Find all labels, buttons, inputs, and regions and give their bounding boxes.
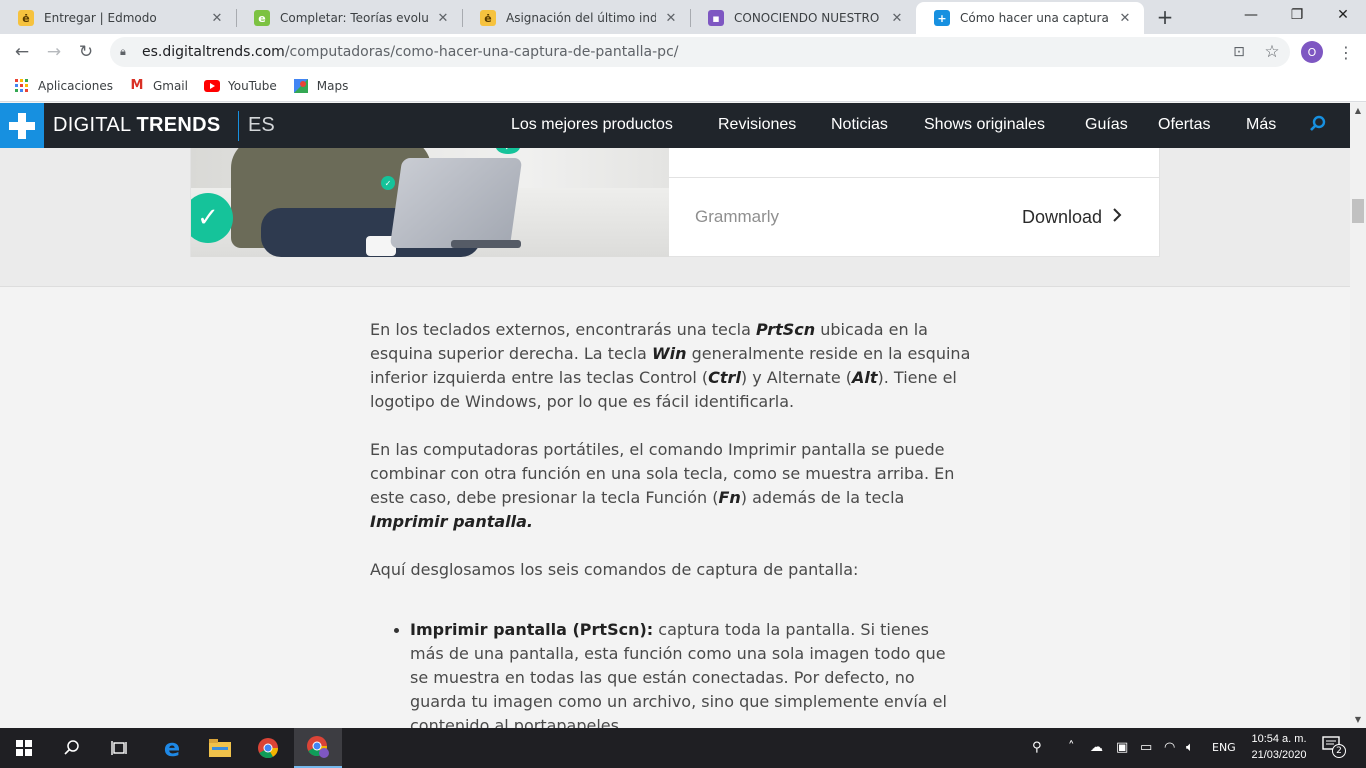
lock-icon: 🔒︎: [120, 45, 126, 58]
battery-icon[interactable]: ▭: [1140, 740, 1152, 755]
minimize-button[interactable]: —: [1228, 0, 1274, 30]
edge-icon[interactable]: e: [148, 728, 196, 768]
close-tab-icon[interactable]: ✕: [434, 11, 452, 26]
youtube-icon: [203, 78, 220, 94]
bookmark-maps[interactable]: Maps: [293, 78, 348, 94]
tab-edmodo-1[interactable]: ė Entregar | Edmodo ✕: [0, 2, 236, 34]
start-icon[interactable]: [0, 728, 48, 768]
digitaltrends-logo-icon[interactable]: [0, 103, 44, 148]
task-view-icon[interactable]: [96, 728, 144, 768]
tab-edmodo-3[interactable]: ė Asignación del último indicado ✕: [462, 2, 690, 34]
forward-button[interactable]: →: [42, 40, 66, 64]
checkmark-icon: ✓: [496, 148, 520, 154]
tab-digitaltrends-active[interactable]: + Cómo hacer una captura de pa ✕: [916, 2, 1144, 34]
ad-download-button[interactable]: Download: [1022, 207, 1122, 228]
tab-strip: ė Entregar | Edmodo ✕ e Completar: Teorí…: [0, 0, 1366, 34]
close-tab-icon[interactable]: ✕: [888, 11, 906, 26]
bookmark-star-icon[interactable]: ☆: [1263, 42, 1281, 62]
back-button[interactable]: ←: [10, 40, 34, 64]
paragraph-keyboards: En los teclados externos, encontrarás un…: [370, 320, 971, 411]
people-icon[interactable]: ⚲: [1032, 740, 1042, 755]
profile-avatar[interactable]: O: [1301, 41, 1323, 63]
site-brand[interactable]: DIGITAL TRENDS: [53, 114, 221, 137]
wifi-icon[interactable]: ◠: [1164, 740, 1175, 755]
reload-button[interactable]: ↻: [74, 40, 98, 64]
list-item: Imprimir pantalla (PrtScn): captura toda…: [394, 618, 960, 738]
notifications-icon[interactable]: 2: [1322, 736, 1346, 758]
maps-icon: [293, 78, 309, 94]
chrome-icon[interactable]: [244, 728, 292, 768]
notifications-count: 2: [1332, 744, 1346, 758]
bookmark-youtube[interactable]: YouTube: [203, 78, 277, 94]
nav-noticias[interactable]: Noticias: [831, 116, 888, 134]
classroom-icon: ▪: [708, 10, 724, 26]
language-indicator[interactable]: ENG: [1212, 741, 1236, 754]
chevron-right-icon: [1112, 207, 1122, 228]
tab-edmodo-2[interactable]: e Completar: Teorías evolutivas ( ✕: [236, 2, 462, 34]
bookmark-gmail[interactable]: M Gmail: [129, 78, 188, 94]
close-tab-icon[interactable]: ✕: [208, 11, 226, 26]
file-explorer-icon[interactable]: [196, 728, 244, 768]
chrome-profile-icon[interactable]: [294, 728, 342, 768]
onedrive-icon[interactable]: ☁: [1090, 740, 1103, 755]
ad-top-panel: [669, 148, 1159, 178]
page-scrollbar[interactable]: ▲ ▼: [1350, 103, 1366, 728]
edmodo-green-icon: e: [254, 10, 270, 26]
tab-classroom[interactable]: ▪ CONOCIENDO NUESTRO LIBR ✕: [690, 2, 916, 34]
edmodo-icon: ė: [480, 10, 496, 26]
defender-icon[interactable]: ▣: [1116, 740, 1128, 755]
ad-image: ✓ ✓ ✓: [191, 148, 669, 257]
ad-banner-area: ✓ ✓ ✓ Grammarly Download: [0, 148, 1350, 287]
system-clock[interactable]: 10:54 a. m. 21/03/2020: [1246, 731, 1312, 763]
commands-list: Imprimir pantalla (PrtScn): captura toda…: [370, 618, 960, 738]
edition-label[interactable]: ES: [248, 114, 275, 137]
bookmarks-bar: Aplicaciones M Gmail YouTube Maps: [0, 70, 1366, 102]
browser-toolbar: ← → ↻ 🔒︎ es.digitaltrends.com/computador…: [0, 34, 1366, 70]
nav-ofertas[interactable]: Ofertas: [1158, 116, 1210, 134]
nav-shows-originales[interactable]: Shows originales: [924, 116, 1045, 134]
close-tab-icon[interactable]: ✕: [662, 11, 680, 26]
maximize-button[interactable]: ❐: [1274, 0, 1320, 30]
article-body: En los teclados externos, encontrarás un…: [370, 318, 980, 738]
bookmark-apps[interactable]: Aplicaciones: [14, 78, 113, 94]
chevron-up-icon[interactable]: ˄: [1068, 740, 1075, 755]
gmail-icon: M: [130, 78, 144, 93]
search-icon[interactable]: [48, 728, 96, 768]
scroll-down-arrow-icon[interactable]: ▼: [1350, 712, 1366, 728]
brand-divider: [238, 111, 239, 141]
close-tab-icon[interactable]: ✕: [1116, 11, 1134, 26]
new-tab-button[interactable]: +: [1152, 5, 1178, 29]
menu-kebab-icon[interactable]: ⋮: [1338, 43, 1354, 62]
apps-grid-icon: [14, 78, 30, 94]
checkmark-icon: ✓: [381, 176, 395, 190]
ad-brand: Grammarly: [695, 207, 780, 226]
grammarly-ad[interactable]: ✓ ✓ ✓ Grammarly Download: [190, 148, 1160, 257]
url-path: /computadoras/como-hacer-una-captura-de-…: [284, 44, 679, 60]
nav-guias[interactable]: Guías: [1085, 116, 1128, 134]
scroll-thumb[interactable]: [1352, 199, 1364, 223]
nav-mas[interactable]: Más: [1246, 116, 1276, 134]
paragraph-intro-list: Aquí desglosamos los seis comandos de ca…: [370, 560, 859, 579]
volume-icon[interactable]: 🔈︎: [1186, 740, 1194, 755]
search-icon[interactable]: [1309, 115, 1327, 138]
translate-icon[interactable]: ⊡: [1230, 43, 1248, 61]
digitaltrends-icon: +: [934, 10, 950, 26]
windows-taskbar: e ⚲ ˄ ☁ ▣ ▭ ◠ 🔈︎ ENG 10:54 a. m. 21/03/2…: [0, 728, 1366, 768]
edmodo-icon: ė: [18, 10, 34, 26]
scroll-up-arrow-icon[interactable]: ▲: [1350, 103, 1366, 119]
nav-mejores-productos[interactable]: Los mejores productos: [511, 116, 673, 134]
site-navbar: DIGITAL TRENDS ES Los mejores productos …: [0, 103, 1350, 148]
url-domain: es.digitaltrends.com: [142, 44, 285, 60]
address-bar[interactable]: 🔒︎ es.digitaltrends.com/computadoras/com…: [110, 37, 1290, 67]
nav-revisiones[interactable]: Revisiones: [718, 116, 796, 134]
close-window-button[interactable]: ✕: [1320, 0, 1366, 30]
paragraph-laptops: En las computadoras portátiles, el coman…: [370, 440, 955, 531]
